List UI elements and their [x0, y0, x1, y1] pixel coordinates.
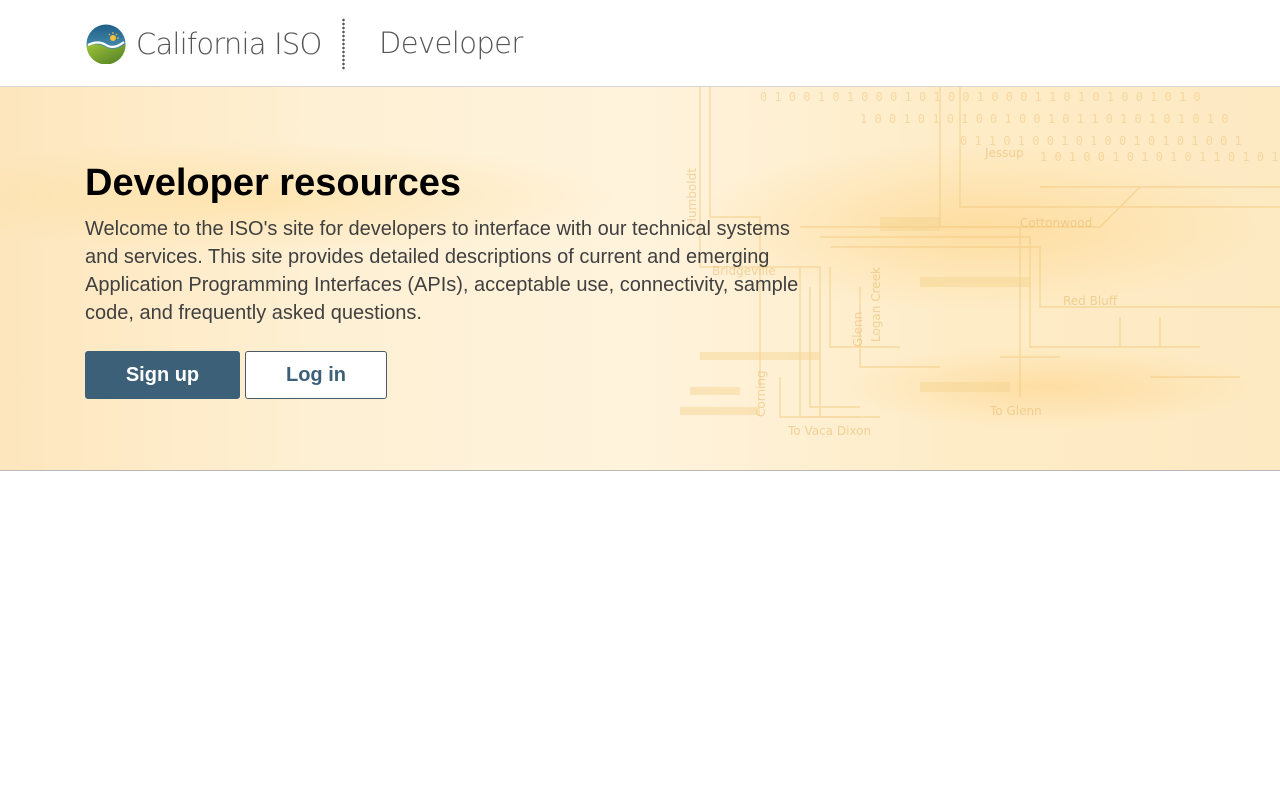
svg-text:Red Bluff: Red Bluff [1063, 294, 1118, 308]
hero-description: Welcome to the ISO's site for developers… [85, 218, 799, 324]
site-header: California ISO Developer [0, 0, 1280, 87]
svg-text:To Glenn: To Glenn [989, 404, 1042, 418]
product-name: Developer [379, 26, 523, 60]
svg-text:Cottonwood: Cottonwood [1020, 216, 1092, 230]
login-button[interactable]: Log in [245, 351, 387, 399]
brand-divider [342, 18, 345, 70]
page-title: Developer resources [85, 162, 461, 204]
svg-text:0 1 0 0 1 0 1 0 0 0 1 0 1 0 0: 0 1 0 0 1 0 1 0 0 0 1 0 1 0 0 1 0 0 0 1 … [760, 90, 1201, 104]
svg-text:Glenn: Glenn [851, 312, 865, 347]
hero-banner: 0 1 0 0 1 0 1 0 0 0 1 0 1 0 0 1 0 0 0 1 … [0, 87, 1280, 471]
svg-text:To Vaca Dixon: To Vaca Dixon [787, 424, 871, 438]
california-iso-logo-icon [86, 24, 126, 64]
svg-text:1 0 0 1 0 1 0 1 0 0 1 0 0 1 0: 1 0 0 1 0 1 0 1 0 0 1 0 0 1 0 1 1 0 1 0 … [860, 112, 1228, 126]
brand-logo-link[interactable]: California ISO [86, 18, 322, 70]
svg-text:Jessup: Jessup [984, 146, 1024, 160]
signup-button[interactable]: Sign up [85, 351, 240, 399]
svg-text:Logan Creek: Logan Creek [869, 267, 883, 342]
org-name: California ISO [136, 26, 322, 61]
svg-text:1 0 1 0 0 1 0 1 0 1 0 1 1 0 1: 1 0 1 0 0 1 0 1 0 1 0 1 1 0 1 0 1 [1040, 150, 1278, 164]
